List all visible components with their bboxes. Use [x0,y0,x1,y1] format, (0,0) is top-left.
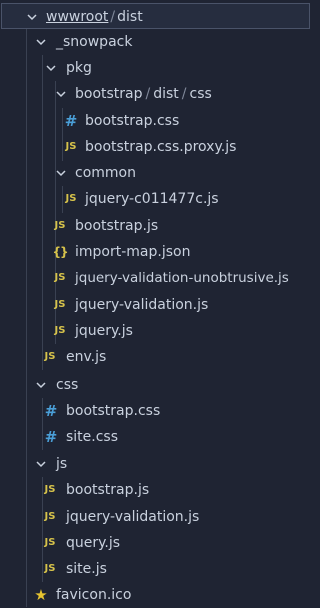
js-file-icon: JS [65,193,77,204]
tree-row-import-map-json[interactable]: {} import-map.json [0,239,311,265]
file-explorer: wwwroot / dist _snowpack pkg bootstrap / dis… [0,0,311,608]
chevron-down-icon[interactable] [54,160,68,186]
tree-row-common[interactable]: common [0,160,311,186]
tree-row-bootstrap-css-2[interactable]: # bootstrap.css [0,398,311,424]
js-file-icon: JS [44,484,56,495]
file-label: env.js [66,349,107,365]
file-label: site.js [66,561,107,577]
tree-row-pkg[interactable]: pkg [0,55,311,81]
chevron-down-icon[interactable] [54,81,68,107]
tree-row-jquery-validation-js-2[interactable]: JS jquery-validation.js [0,504,311,530]
file-label: bootstrap.css [66,403,161,419]
tree-row-jquery-js[interactable]: JS jquery.js [0,318,311,344]
chevron-down-icon[interactable] [25,4,39,30]
folder-label: js [56,456,68,472]
js-file-icon: JS [44,511,56,522]
folder-label: css [56,377,79,393]
file-label: site.css [66,429,119,445]
tree-row-js-folder[interactable]: js [0,451,311,477]
tree-row-jquery-validation-js[interactable]: JS jquery-validation.js [0,292,311,318]
file-label: query.js [66,535,121,551]
chevron-down-icon[interactable] [34,372,48,398]
file-label: bootstrap.js [66,482,150,498]
tree-row-site-js[interactable]: JS site.js [0,556,311,582]
css-file-icon: # [44,402,58,420]
tree-row-css-folder[interactable]: css [0,372,311,398]
folder-segment-dist[interactable]: dist [153,86,179,102]
file-label: jquery.js [75,323,133,339]
folder-label: _snowpack [56,34,133,50]
js-file-icon: JS [44,537,56,548]
folder-path-label: wwwroot / dist [46,4,143,30]
json-file-icon: {} [52,245,68,259]
tree-row-favicon-ico[interactable]: ★ favicon.ico [0,582,311,608]
file-label: jquery-c011477c.js [85,191,219,207]
js-file-icon: JS [54,272,66,283]
css-file-icon: # [64,112,78,130]
path-separator: / [110,9,116,25]
folder-segment-css[interactable]: css [190,86,212,102]
file-label: favicon.ico [56,587,132,603]
file-label: jquery-validation-unobtrusive.js [75,270,289,286]
file-label: bootstrap.css.proxy.js [85,139,237,155]
folder-label: common [75,165,136,181]
file-label: jquery-validation.js [75,297,209,313]
chevron-down-icon[interactable] [44,55,58,81]
file-label: jquery-validation.js [66,509,200,525]
js-file-icon: JS [54,299,66,310]
tree-row-bootstrap-dist-css[interactable]: bootstrap / dist / css [0,81,311,107]
star-icon: ★ [34,586,48,604]
tree-row-wwwroot-dist[interactable]: wwwroot / dist [1,3,310,29]
tree-row-snowpack[interactable]: _snowpack [0,29,311,55]
js-file-icon: JS [54,325,66,336]
path-separator: / [181,86,187,102]
folder-segment-bootstrap[interactable]: bootstrap [75,86,143,102]
folder-segment-dist[interactable]: dist [117,9,143,25]
file-label: bootstrap.css [85,113,180,129]
css-file-icon: # [44,428,58,446]
js-file-icon: JS [54,220,66,231]
tree-row-bootstrap-js-2[interactable]: JS bootstrap.js [0,477,311,503]
file-label: bootstrap.js [75,218,159,234]
folder-path-label: bootstrap / dist / css [75,81,212,107]
tree-row-site-css[interactable]: # site.css [0,424,311,450]
tree-row-bootstrap-js[interactable]: JS bootstrap.js [0,213,311,239]
chevron-down-icon[interactable] [34,29,48,55]
js-file-icon: JS [44,351,56,362]
tree-row-jquery-validation-unobtrusive-js[interactable]: JS jquery-validation-unobtrusive.js [0,265,311,291]
chevron-down-icon[interactable] [34,451,48,477]
file-label: import-map.json [75,244,191,260]
tree-row-bootstrap-proxy-js[interactable]: JS bootstrap.css.proxy.js [0,134,311,160]
tree-row-query-js[interactable]: JS query.js [0,530,311,556]
tree-row-env-js[interactable]: JS env.js [0,344,311,370]
tree-row-jquery-hash-js[interactable]: JS jquery-c011477c.js [0,186,311,212]
js-file-icon: JS [44,563,56,574]
tree-row-bootstrap-css[interactable]: # bootstrap.css [0,108,311,134]
folder-segment-wwwroot[interactable]: wwwroot [46,9,108,25]
folder-label: pkg [66,60,92,76]
path-separator: / [145,86,151,102]
js-file-icon: JS [65,141,77,152]
